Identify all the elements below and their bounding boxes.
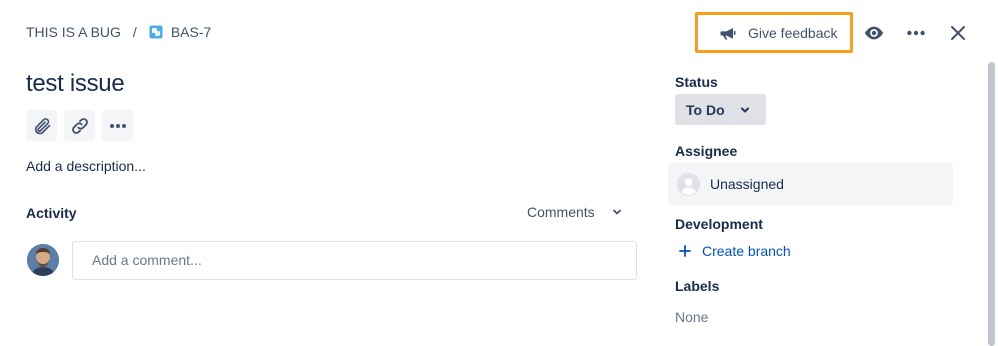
issue-title[interactable]: test issue bbox=[26, 70, 125, 98]
assignee-value: Unassigned bbox=[710, 176, 784, 192]
plus-icon bbox=[679, 245, 691, 257]
comment-placeholder: Add a comment... bbox=[92, 252, 202, 268]
more-icon bbox=[907, 30, 925, 36]
user-avatar bbox=[27, 244, 59, 276]
breadcrumb: THIS IS A BUG / BAS-7 bbox=[26, 22, 211, 42]
description-placeholder[interactable]: Add a description... bbox=[26, 158, 146, 174]
comment-input[interactable]: Add a comment... bbox=[72, 241, 637, 280]
activity-filter-dropdown[interactable]: Comments bbox=[527, 204, 623, 220]
scrollbar[interactable] bbox=[988, 62, 995, 346]
more-icon bbox=[109, 123, 126, 128]
close-icon bbox=[951, 26, 965, 40]
issue-action-toolbar bbox=[26, 110, 133, 141]
breadcrumb-separator: / bbox=[132, 24, 137, 40]
link-issue-button[interactable] bbox=[64, 110, 95, 141]
activity-filter-label: Comments bbox=[527, 204, 595, 220]
labels-label: Labels bbox=[675, 278, 720, 294]
watch-button[interactable] bbox=[861, 20, 887, 46]
status-dropdown[interactable]: To Do bbox=[675, 94, 766, 125]
more-options-button[interactable] bbox=[903, 20, 929, 46]
development-label: Development bbox=[675, 216, 763, 232]
assignee-label: Assignee bbox=[675, 143, 738, 159]
close-button[interactable] bbox=[945, 20, 971, 46]
assignee-field[interactable]: Unassigned bbox=[668, 163, 953, 205]
status-value: To Do bbox=[686, 101, 725, 118]
give-feedback-label: Give feedback bbox=[748, 24, 838, 41]
breadcrumb-issue-key-link[interactable]: BAS-7 bbox=[171, 24, 211, 40]
megaphone-icon bbox=[720, 27, 736, 40]
activity-heading: Activity bbox=[26, 205, 77, 221]
attach-button[interactable] bbox=[26, 110, 57, 141]
chevron-down-icon bbox=[612, 209, 621, 215]
breadcrumb-parent-link[interactable]: THIS IS A BUG bbox=[26, 24, 121, 40]
link-icon bbox=[71, 117, 88, 134]
status-label: Status bbox=[675, 74, 718, 90]
labels-value[interactable]: None bbox=[675, 309, 708, 325]
chevron-down-icon bbox=[740, 107, 749, 112]
unassigned-avatar-icon bbox=[677, 172, 700, 196]
issue-type-icon bbox=[149, 25, 163, 39]
paperclip-icon bbox=[34, 117, 50, 134]
create-branch-label: Create branch bbox=[702, 243, 791, 259]
more-actions-button[interactable] bbox=[102, 110, 133, 141]
give-feedback-button[interactable]: Give feedback bbox=[695, 12, 853, 53]
create-branch-link[interactable]: Create branch bbox=[678, 243, 791, 259]
eye-icon bbox=[864, 26, 884, 40]
